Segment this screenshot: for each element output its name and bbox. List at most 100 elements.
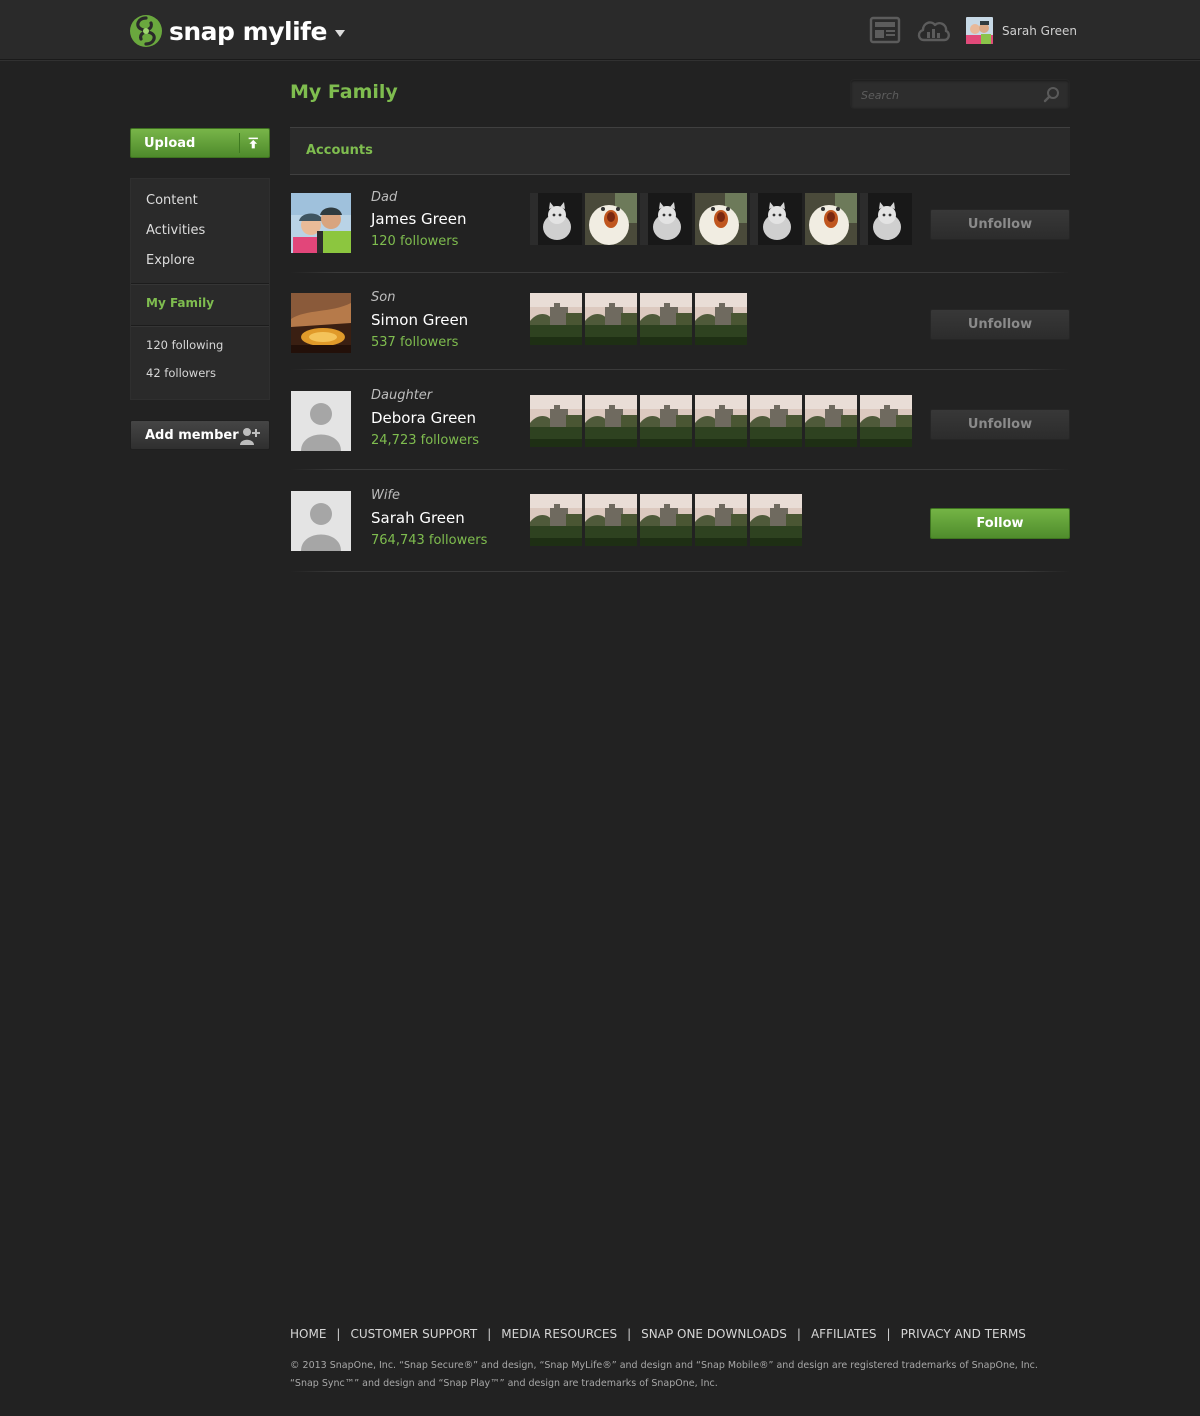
search-box — [850, 79, 1070, 109]
add-member-button[interactable]: Add member — [130, 420, 270, 450]
member-relation: Daughter — [371, 388, 433, 403]
photo-thumbnail[interactable] — [805, 395, 857, 447]
user-name: Sarah Green — [1002, 23, 1078, 38]
photo-strip — [530, 395, 915, 447]
avatar[interactable] — [291, 293, 351, 353]
photo-thumbnail[interactable] — [585, 494, 637, 546]
photo-thumbnail[interactable] — [585, 193, 637, 245]
photo-strip — [530, 293, 750, 345]
photo-thumbnail[interactable] — [695, 193, 747, 245]
photo-thumbnail[interactable] — [860, 395, 912, 447]
photo-strip — [530, 494, 805, 546]
photo-thumbnail[interactable] — [530, 395, 582, 447]
accounts-label: Accounts — [306, 143, 373, 158]
row-divider — [290, 571, 1070, 572]
photo-thumbnail[interactable] — [750, 395, 802, 447]
search-input[interactable] — [861, 85, 1031, 105]
row-divider — [290, 272, 1070, 273]
sidebar-item-explore[interactable]: Explore — [146, 253, 195, 268]
upload-button[interactable]: Upload — [130, 128, 270, 158]
photo-thumbnail[interactable] — [805, 193, 857, 245]
sidebar-nav: Content Activities Explore My Family 120… — [130, 178, 270, 400]
photo-strip — [530, 193, 915, 245]
photo-thumbnail[interactable] — [695, 395, 747, 447]
brand-logo[interactable]: snap mylife — [129, 13, 345, 49]
upload-icon — [239, 133, 258, 153]
photo-thumbnail[interactable] — [585, 293, 637, 345]
footer-separator: | — [886, 1327, 891, 1341]
member-followers[interactable]: 537 followers — [371, 335, 458, 350]
top-bar: snap mylife Sarah Green — [0, 0, 1200, 60]
footer-link-privacy-and-terms[interactable]: PRIVACY AND TERMS — [901, 1327, 1026, 1341]
footer-link-affiliates[interactable]: AFFILIATES — [811, 1327, 877, 1341]
member-row-james-green: Dad James Green 120 followers Unfollow — [290, 190, 1070, 273]
cloud-icon[interactable] — [915, 15, 951, 45]
footer-links: HOME | CUSTOMER SUPPORT | MEDIA RESOURCE… — [290, 1327, 1026, 1341]
member-relation: Dad — [371, 190, 398, 205]
dropdown-caret-icon[interactable] — [334, 29, 345, 37]
member-row-sarah-green: Wife Sarah Green 764,743 followers Follo… — [290, 488, 1070, 572]
row-divider — [290, 369, 1070, 370]
snap-logo-icon — [130, 15, 162, 47]
photo-thumbnail[interactable] — [640, 395, 692, 447]
following-count-link[interactable]: 120 following — [146, 338, 223, 352]
sidebar-divider — [131, 283, 269, 284]
photo-thumbnail[interactable] — [695, 293, 747, 345]
member-name[interactable]: Sarah Green — [371, 509, 465, 527]
copyright-line: © 2013 SnapOne, Inc. “Snap Secure®” and … — [290, 1360, 1038, 1371]
photo-thumbnail[interactable] — [640, 293, 692, 345]
photo-thumbnail[interactable] — [640, 193, 692, 245]
footer-link-media-resources[interactable]: MEDIA RESOURCES — [501, 1327, 617, 1341]
row-divider — [290, 469, 1070, 470]
member-row-debora-green: Daughter Debora Green 24,723 followers U… — [290, 388, 1070, 470]
member-name[interactable]: James Green — [371, 210, 466, 228]
photo-thumbnail[interactable] — [860, 193, 912, 245]
unfollow-button[interactable]: Unfollow — [930, 209, 1070, 240]
photo-thumbnail[interactable] — [640, 494, 692, 546]
search-icon[interactable] — [1043, 86, 1061, 104]
avatar[interactable] — [291, 491, 351, 551]
member-followers[interactable]: 120 followers — [371, 234, 458, 249]
member-relation: Son — [371, 290, 396, 305]
avatar[interactable] — [291, 193, 351, 253]
upload-button-label: Upload — [144, 135, 196, 151]
photo-thumbnail[interactable] — [530, 293, 582, 345]
footer-separator: | — [796, 1327, 801, 1341]
member-name[interactable]: Simon Green — [371, 311, 468, 329]
sidebar-item-my-family[interactable]: My Family — [146, 296, 214, 310]
footer-link-snap-one-downloads[interactable]: SNAP ONE DOWNLOADS — [641, 1327, 787, 1341]
footer-copyright: © 2013 SnapOne, Inc. “Snap Secure®” and … — [290, 1357, 1090, 1393]
follow-button[interactable]: Follow — [930, 508, 1070, 539]
member-followers[interactable]: 24,723 followers — [371, 433, 479, 448]
photo-thumbnail[interactable] — [530, 494, 582, 546]
sidebar-item-content[interactable]: Content — [146, 193, 198, 208]
followers-count-link[interactable]: 42 followers — [146, 366, 216, 380]
photo-thumbnail[interactable] — [695, 494, 747, 546]
member-relation: Wife — [371, 488, 401, 503]
footer-link-customer-support[interactable]: CUSTOMER SUPPORT — [350, 1327, 477, 1341]
unfollow-button[interactable]: Unfollow — [930, 409, 1070, 440]
add-user-icon — [240, 428, 260, 445]
sidebar-item-activities[interactable]: Activities — [146, 223, 205, 238]
unfollow-button[interactable]: Unfollow — [930, 309, 1070, 340]
member-name[interactable]: Debora Green — [371, 409, 476, 427]
page-title: My Family — [290, 81, 398, 103]
accounts-section-header: Accounts — [290, 127, 1070, 175]
avatar[interactable] — [966, 17, 993, 44]
footer-separator: | — [487, 1327, 492, 1341]
footer-separator: | — [336, 1327, 341, 1341]
photo-thumbnail[interactable] — [750, 193, 802, 245]
news-icon[interactable] — [868, 15, 902, 45]
member-row-simon-green: Son Simon Green 537 followers Unfollow — [290, 290, 1070, 370]
copyright-line: “Snap Sync™” and design and “Snap Play™”… — [290, 1378, 718, 1389]
member-followers[interactable]: 764,743 followers — [371, 533, 487, 548]
avatar[interactable] — [291, 391, 351, 451]
user-menu[interactable]: Sarah Green — [966, 17, 1077, 44]
brand-name: snap mylife — [169, 16, 327, 46]
photo-thumbnail[interactable] — [530, 193, 582, 245]
sidebar-divider — [131, 325, 269, 326]
photo-thumbnail[interactable] — [750, 494, 802, 546]
add-member-button-label: Add member — [145, 427, 239, 443]
photo-thumbnail[interactable] — [585, 395, 637, 447]
footer-link-home[interactable]: HOME — [290, 1327, 326, 1341]
